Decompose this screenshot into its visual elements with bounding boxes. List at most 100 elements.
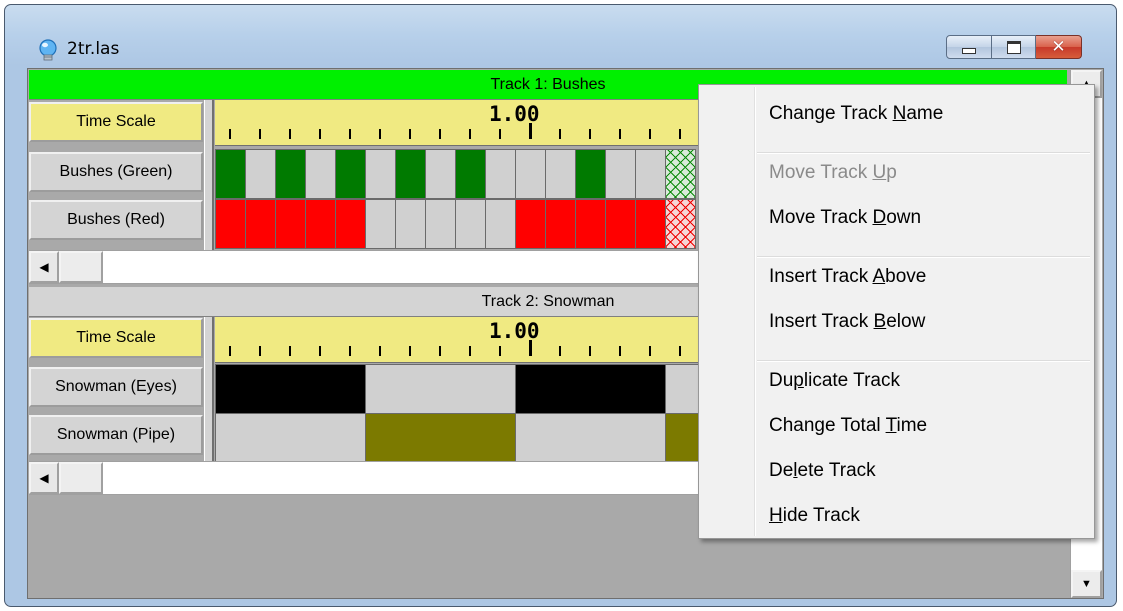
menu-item-text: De (769, 460, 794, 481)
tick-mark (349, 129, 351, 139)
tick-mark (409, 346, 411, 356)
grid-cell[interactable] (635, 199, 666, 249)
grid-cell[interactable] (665, 199, 696, 249)
grid-cell[interactable] (245, 149, 276, 199)
menu-item-accelerator: A (872, 266, 886, 287)
menu-item[interactable]: Move Track Down (769, 207, 921, 229)
menu-item-accelerator: B (873, 311, 887, 332)
menu-item-accelerator: H (769, 505, 783, 526)
grid-cell[interactable] (425, 199, 456, 249)
menu-item[interactable]: Insert Track Above (769, 266, 926, 288)
tick-mark (589, 129, 591, 139)
menu-item[interactable]: Change Total Time (769, 415, 927, 437)
grid-cell[interactable] (215, 364, 366, 414)
menu-separator (757, 360, 1090, 362)
label-splitter[interactable] (204, 100, 214, 250)
menu-item-text: ime (896, 415, 928, 436)
grid-cell[interactable] (395, 199, 426, 249)
menu-item[interactable]: Hide Track (769, 505, 860, 527)
grid-cell[interactable] (335, 149, 366, 199)
grid-cell[interactable] (515, 413, 666, 463)
context-menu: Change Track Name Move Track Up Move Track… (698, 84, 1095, 539)
menu-item-accelerator: T (885, 415, 897, 436)
menu-item[interactable]: Move Track Up (769, 162, 897, 184)
channel-label[interactable]: Snowman (Pipe) (29, 415, 203, 455)
arrow-left-icon[interactable]: ◀ (29, 251, 59, 283)
scroll-thumb[interactable] (59, 251, 103, 283)
menu-item[interactable]: Change Track Name (769, 103, 943, 125)
tick-mark (319, 346, 321, 356)
grid-cell[interactable] (365, 413, 516, 463)
menu-item-accelerator: N (892, 103, 907, 124)
grid-cell[interactable] (365, 149, 396, 199)
menu-item-text: elow (886, 311, 926, 332)
menu-item[interactable]: Insert Track Below (769, 311, 925, 333)
grid-cell[interactable] (305, 149, 336, 199)
arrow-left-icon[interactable]: ◀ (29, 462, 59, 494)
menu-item-accelerator: U (872, 162, 887, 183)
arrow-down-icon[interactable]: ▼ (1071, 570, 1102, 598)
tick-mark (289, 346, 291, 356)
menu-item-text: licate Track (803, 370, 900, 391)
grid-cell[interactable] (605, 199, 636, 249)
grid-cell[interactable] (365, 364, 516, 414)
grid-cell[interactable] (305, 199, 336, 249)
grid-cell[interactable] (515, 364, 666, 414)
grid-cell[interactable] (215, 149, 246, 199)
grid-cell[interactable] (515, 149, 546, 199)
menu-item-text: Change Track (769, 103, 893, 124)
time-scale-label[interactable]: Time Scale (29, 318, 203, 358)
tick-mark (649, 346, 651, 356)
grid-cell[interactable] (575, 149, 606, 199)
grid-cell[interactable] (635, 149, 666, 199)
scroll-thumb[interactable] (59, 462, 103, 494)
grid-cell[interactable] (275, 199, 306, 249)
tick-mark (499, 129, 501, 139)
lightbulb-icon (39, 39, 57, 61)
grid-cell[interactable] (365, 199, 396, 249)
menu-gutter (754, 87, 756, 536)
menu-item-text: Move Track (769, 207, 873, 228)
close-button[interactable]: ✕ (1036, 35, 1082, 59)
grid-cell[interactable] (245, 199, 276, 249)
grid-cell[interactable] (575, 199, 606, 249)
minimize-button[interactable] (946, 35, 992, 59)
grid-cell[interactable] (455, 199, 486, 249)
tick-mark (289, 129, 291, 139)
grid-cell[interactable] (215, 413, 366, 463)
tick-mark (619, 346, 621, 356)
grid-cell[interactable] (275, 149, 306, 199)
grid-cell[interactable] (515, 199, 546, 249)
grid-cell[interactable] (425, 149, 456, 199)
menu-separator (757, 152, 1090, 154)
close-icon: ✕ (1051, 36, 1066, 57)
menu-item-accelerator: D (872, 207, 887, 228)
maximize-button[interactable] (992, 35, 1036, 59)
menu-item[interactable]: Duplicate Track (769, 370, 900, 392)
caption-buttons: ✕ (946, 35, 1082, 59)
menu-item-text: Du (769, 370, 794, 391)
grid-cell[interactable] (545, 149, 576, 199)
grid-cell[interactable] (335, 199, 366, 249)
tick-mark (259, 129, 261, 139)
label-splitter[interactable] (204, 317, 214, 462)
grid-cell[interactable] (215, 199, 246, 249)
menu-item-text: own (886, 207, 922, 228)
grid-cell[interactable] (605, 149, 636, 199)
menu-item-accelerator: p (793, 370, 804, 391)
grid-cell[interactable] (485, 149, 516, 199)
grid-cell[interactable] (455, 149, 486, 199)
grid-cell[interactable] (395, 149, 426, 199)
tick-mark (679, 129, 681, 139)
menu-item[interactable]: Delete Track (769, 460, 876, 482)
grid-cell[interactable] (485, 199, 516, 249)
tick-mark (649, 129, 651, 139)
title-bar[interactable]: 2tr.las ✕ (5, 5, 1116, 67)
grid-cell[interactable] (545, 199, 576, 249)
channel-label[interactable]: Bushes (Green) (29, 152, 203, 192)
tick-mark (529, 123, 532, 139)
channel-label[interactable]: Bushes (Red) (29, 200, 203, 240)
channel-label[interactable]: Snowman (Eyes) (29, 367, 203, 407)
grid-cell[interactable] (665, 149, 696, 199)
time-scale-label[interactable]: Time Scale (29, 102, 203, 142)
